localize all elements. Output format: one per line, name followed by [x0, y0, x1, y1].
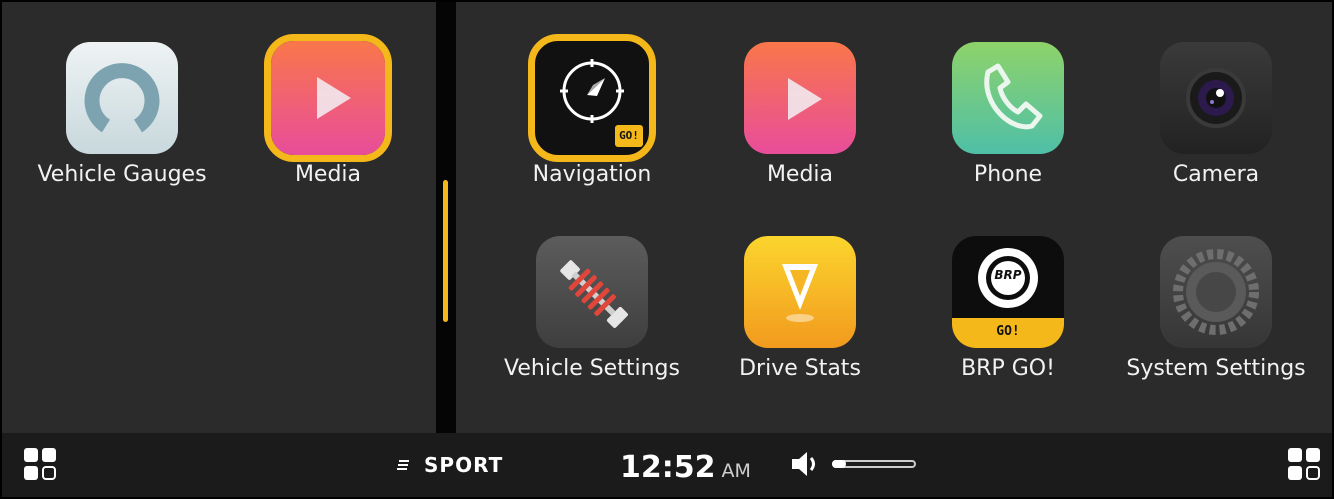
- volume-slider[interactable]: [832, 460, 916, 468]
- app-tile-media[interactable]: Media: [690, 42, 910, 212]
- play-icon: [744, 42, 856, 154]
- app-tile-vehicle-settings[interactable]: Vehicle Settings: [482, 236, 702, 406]
- app-label: Vehicle Settings: [504, 356, 680, 381]
- scroll-indicator[interactable]: [443, 180, 448, 322]
- app-label: BRP GO!: [961, 356, 1055, 381]
- app-tile-navigation[interactable]: GO! Navigation: [482, 34, 702, 212]
- app-tile-media-left[interactable]: Media: [218, 34, 438, 212]
- speaker-icon: [792, 452, 815, 476]
- clock-time: 12:52: [620, 450, 716, 485]
- gauge-icon: [66, 42, 178, 154]
- drive-mode[interactable]: SPORT: [396, 453, 503, 477]
- app-label: Media: [294, 162, 362, 187]
- camera-icon: [1160, 42, 1272, 154]
- phone-icon: [952, 42, 1064, 154]
- right-app-panel: GO! Navigation Media Phone Camera Vehicl…: [456, 2, 1332, 433]
- grid-icon: [1288, 448, 1320, 480]
- brp-logo-text: BRP: [994, 268, 1022, 282]
- app-label: Phone: [973, 162, 1043, 187]
- brp-go-icon: BRP GO!: [952, 236, 1064, 348]
- app-grid-left-button[interactable]: [22, 446, 58, 482]
- app-tile-system-settings[interactable]: System Settings: [1106, 236, 1326, 406]
- app-label: Camera: [1172, 162, 1260, 187]
- clock-ampm: AM: [721, 460, 751, 482]
- drive-mode-icon: [397, 460, 409, 470]
- grid-icon: [24, 448, 56, 480]
- drive-stats-icon: [744, 236, 856, 348]
- left-app-panel: Vehicle Gauges Media: [2, 2, 436, 433]
- app-label: Vehicle Gauges: [37, 162, 207, 187]
- gear-icon: [1160, 236, 1272, 348]
- volume-control[interactable]: [790, 450, 916, 478]
- home-screen: Vehicle Gauges Media GO! Navigation Medi…: [2, 2, 1332, 497]
- compass-icon: GO!: [528, 34, 656, 162]
- app-tile-brp-go[interactable]: BRP GO! BRP GO!: [898, 236, 1118, 406]
- app-label: System Settings: [1126, 356, 1306, 381]
- suspension-icon: [536, 236, 648, 348]
- bottom-status-bar: SPORT 12:52 AM: [2, 433, 1332, 497]
- app-label: Media: [766, 162, 834, 187]
- app-tile-phone[interactable]: Phone: [898, 42, 1118, 212]
- drive-mode-label: SPORT: [424, 453, 504, 477]
- play-icon: [264, 34, 392, 162]
- app-label: Drive Stats: [739, 356, 861, 381]
- clock: 12:52 AM: [620, 450, 751, 485]
- volume-fill: [832, 460, 846, 468]
- app-tile-drive-stats[interactable]: Drive Stats: [690, 236, 910, 406]
- app-tile-camera[interactable]: Camera: [1106, 42, 1326, 212]
- app-label: Navigation: [532, 162, 652, 187]
- go-badge: GO!: [619, 129, 639, 142]
- app-tile-vehicle-gauges[interactable]: Vehicle Gauges: [12, 42, 232, 212]
- app-grid-right-button[interactable]: [1286, 446, 1322, 482]
- go-badge: GO!: [996, 324, 1020, 339]
